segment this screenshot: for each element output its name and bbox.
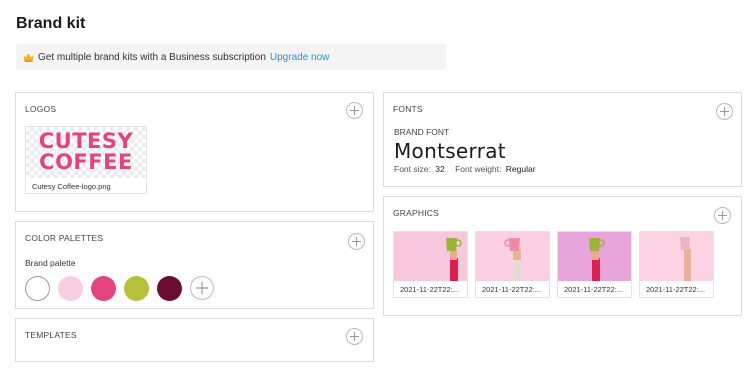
graphic-thumbnail	[640, 232, 713, 281]
add-color-button[interactable]	[190, 276, 214, 300]
color-palettes-title: COLOR PALETTES	[25, 233, 104, 243]
color-swatch-olive[interactable]	[124, 276, 149, 301]
font-size-label: Font size:	[394, 164, 431, 174]
graphic-filename: 2021-11-22T22:...	[482, 285, 542, 294]
upsell-message: Get multiple brand kits with a Business …	[38, 51, 266, 63]
graphics-panel: GRAPHICS 2021-11-22T22:... 2021-11-22T22…	[383, 196, 742, 316]
font-size-value: 32	[435, 164, 445, 174]
logo-thumbnail: CUTESY COFFEE	[26, 127, 146, 178]
plus-icon	[350, 106, 359, 115]
templates-panel: TEMPLATES	[15, 318, 374, 362]
graphic-filename: 2021-11-22T22:...	[564, 285, 624, 294]
font-weight-label: Font weight:	[455, 164, 502, 174]
graphic-filename: 2021-11-22T22:...	[400, 285, 460, 294]
logos-title: LOGOS	[25, 104, 57, 114]
brand-font-name[interactable]: Montserrat	[394, 139, 506, 163]
logo-wordmark-line2: COFFEE	[39, 150, 133, 174]
color-swatch-pink[interactable]	[91, 276, 116, 301]
page-title: Brand kit	[16, 15, 86, 32]
color-swatch-light-pink[interactable]	[58, 276, 83, 301]
fonts-panel: FONTS BRAND FONT Montserrat Font size: 3…	[383, 92, 742, 187]
color-palettes-panel: COLOR PALETTES Brand palette	[15, 221, 374, 309]
color-swatch-burgundy[interactable]	[157, 276, 182, 301]
graphic-thumbnail	[394, 232, 467, 281]
plus-icon	[718, 211, 727, 220]
logo-filename: Cutesy Coffee-logo.png	[32, 182, 111, 191]
plus-icon	[352, 237, 361, 246]
upgrade-now-link[interactable]: Upgrade now	[270, 52, 329, 63]
graphic-card[interactable]: 2021-11-22T22:...	[475, 231, 550, 298]
palette-name: Brand palette	[25, 258, 76, 268]
add-template-button[interactable]	[346, 328, 363, 345]
font-weight-value: Regular	[505, 164, 536, 174]
logo-card[interactable]: CUTESY COFFEE Cutesy Coffee-logo.png	[25, 126, 147, 194]
color-swatch-white[interactable]	[25, 276, 50, 301]
graphic-thumbnail	[476, 232, 549, 281]
logo-wordmark-line1: CUTESY	[38, 129, 134, 153]
logos-panel: LOGOS CUTESY COFFEE Cutesy Coffee-logo.p…	[15, 92, 374, 212]
add-palette-button[interactable]	[348, 233, 365, 250]
graphic-card[interactable]: 2021-11-22T22:...	[639, 231, 714, 298]
crown-icon	[23, 53, 34, 62]
templates-title: TEMPLATES	[25, 330, 77, 340]
graphic-card[interactable]: 2021-11-22T22:...	[393, 231, 468, 298]
plus-icon	[350, 332, 359, 341]
graphic-filename: 2021-11-22T22:...	[646, 285, 706, 294]
graphics-title: GRAPHICS	[393, 208, 439, 218]
add-logo-button[interactable]	[346, 102, 363, 119]
fonts-title: FONTS	[393, 104, 423, 114]
brand-font-label: BRAND FONT	[394, 127, 450, 137]
add-graphic-button[interactable]	[714, 207, 731, 224]
graphic-thumbnail	[558, 232, 631, 281]
font-meta: Font size: 32 Font weight: Regular	[394, 164, 544, 174]
plus-icon	[196, 282, 208, 294]
add-font-button[interactable]	[716, 103, 733, 120]
graphic-card[interactable]: 2021-11-22T22:...	[557, 231, 632, 298]
plus-icon	[720, 107, 729, 116]
upsell-banner: Get multiple brand kits with a Business …	[16, 44, 446, 70]
